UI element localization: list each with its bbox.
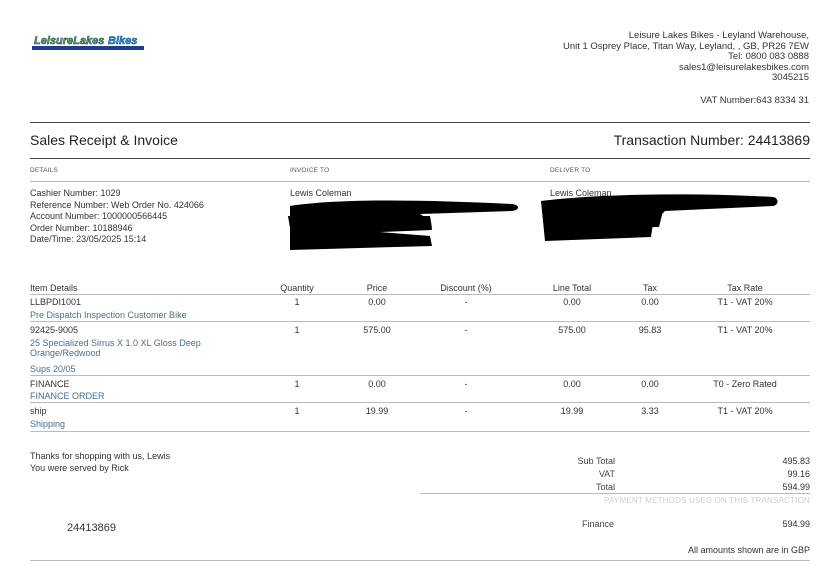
finance-label: Finance: [581, 519, 614, 529]
invoice-to-label: INVOICE TO: [290, 167, 330, 174]
finance-value: 594.99: [782, 519, 810, 529]
divider: [30, 375, 810, 376]
item-description-2: Orange/Redwood: [30, 348, 101, 358]
item-discount: -: [464, 297, 468, 307]
item-tax: 0.00: [641, 297, 659, 307]
col-discount: Discount (%): [440, 283, 492, 293]
item-description: 25 Specialized Sirrus X 1.0 XL Gloss Dee…: [30, 338, 201, 348]
thanks-line: Thanks for shopping with us, Lewis: [30, 451, 171, 461]
divider: [30, 560, 810, 561]
vat-value: 99.16: [787, 469, 810, 479]
item-code: 92425-9005: [30, 325, 79, 335]
subtotal-value: 495.83: [782, 456, 810, 466]
company-reg-number: 3045215: [772, 72, 809, 83]
divider: [30, 431, 810, 432]
transaction-number: Transaction Number: 24413869: [613, 132, 810, 148]
item-tax: 3.33: [641, 406, 659, 416]
item-quantity: 1: [294, 325, 300, 335]
item-description: FINANCE ORDER: [30, 391, 105, 401]
item-quantity: 1: [294, 297, 300, 307]
item-discount: -: [464, 406, 468, 416]
item-code: FINANCE: [30, 379, 70, 389]
item-code: ship: [30, 406, 47, 416]
item-line-total: 0.00: [563, 379, 581, 389]
company-address: Leisure Lakes Bikes - Leyland Warehouse,…: [563, 30, 809, 84]
deliver-to-label: DELIVER TO: [550, 167, 591, 174]
item-discount: -: [464, 325, 468, 335]
col-tax-rate: Tax Rate: [727, 283, 763, 293]
order-details: Cashier Number: 1029 Reference Number: W…: [30, 188, 204, 246]
col-line-total: Line Total: [552, 283, 592, 293]
vat-number: VAT Number:643 8334 31: [700, 95, 809, 106]
subtotal-label: Sub Total: [577, 456, 615, 466]
item-note: Sups 20/05: [30, 364, 76, 374]
details-label: DETAILS: [30, 167, 59, 174]
item-tax-rate: T0 - Zero Rated: [713, 379, 777, 389]
item-price: 575.00: [363, 325, 391, 335]
item-line-total: 19.99: [560, 406, 584, 416]
account-number: Account Number: 1000000566445: [30, 211, 168, 221]
item-price: 0.00: [368, 297, 386, 307]
served-by-line: You were served by Rick: [30, 462, 129, 473]
date-time: Date/Time: 23/05/2025 15:14: [30, 234, 147, 244]
divider: [30, 402, 810, 403]
item-tax: 0.00: [641, 379, 659, 389]
divider: [30, 294, 810, 295]
total-label: Total: [595, 482, 615, 492]
item-quantity: 1: [294, 379, 300, 389]
col-quantity: Quantity: [280, 283, 314, 293]
total-value: 594.99: [782, 482, 810, 492]
item-price: 19.99: [365, 406, 389, 416]
page-title: Sales Receipt & Invoice: [30, 132, 178, 148]
thank-you-message: Thanks for shopping with us, Lewis You w…: [30, 451, 170, 474]
item-quantity: 1: [294, 406, 300, 416]
redaction-mark-delivery: [541, 194, 778, 241]
item-description: Pre Dispatch Inspection Customer Bike: [30, 310, 187, 320]
item-discount: -: [464, 379, 468, 389]
item-price: 0.00: [368, 379, 386, 389]
item-description: Shipping: [30, 419, 66, 429]
divider: [30, 122, 810, 123]
item-tax-rate: T1 - VAT 20%: [717, 406, 773, 416]
svg-text:Bikes: Bikes: [108, 35, 137, 47]
company-logo: LeisureLakes Bikes: [32, 33, 144, 53]
svg-text:LeisureLakes: LeisureLakes: [34, 35, 104, 47]
company-line-1: Leisure Lakes Bikes - Leyland Warehouse,: [628, 30, 809, 41]
item-tax-rate: T1 - VAT 20%: [717, 325, 773, 335]
cashier-number: Cashier Number: 1029: [30, 188, 121, 198]
transaction-reference: 24413869: [67, 522, 116, 534]
logo-graphic: LeisureLakes Bikes: [32, 33, 144, 50]
item-code: LLBPDI1001: [30, 297, 82, 307]
item-tax-rate: T1 - VAT 20%: [717, 297, 773, 307]
col-item-details: Item Details: [30, 283, 78, 293]
divider: [420, 493, 810, 494]
divider: [30, 158, 810, 159]
currency-note: All amounts shown are in GBP: [687, 545, 810, 555]
company-phone: Tel: 0800 083 0888: [728, 51, 809, 62]
payment-methods-heading: PAYMENT METHODS USED ON THIS TRANSACTION: [604, 496, 810, 505]
item-tax: 95.83: [638, 325, 662, 335]
order-number: Order Number: 10188946: [30, 222, 133, 233]
item-line-total: 0.00: [563, 297, 581, 307]
vat-label: VAT: [598, 469, 615, 479]
item-line-total: 575.00: [558, 325, 586, 335]
reference-number: Reference Number: Web Order No. 424066: [30, 199, 204, 210]
divider: [30, 181, 810, 182]
col-tax: Tax: [642, 283, 657, 293]
redaction-mark-invoice: [288, 200, 518, 250]
divider: [30, 321, 810, 322]
col-price: Price: [366, 283, 388, 293]
